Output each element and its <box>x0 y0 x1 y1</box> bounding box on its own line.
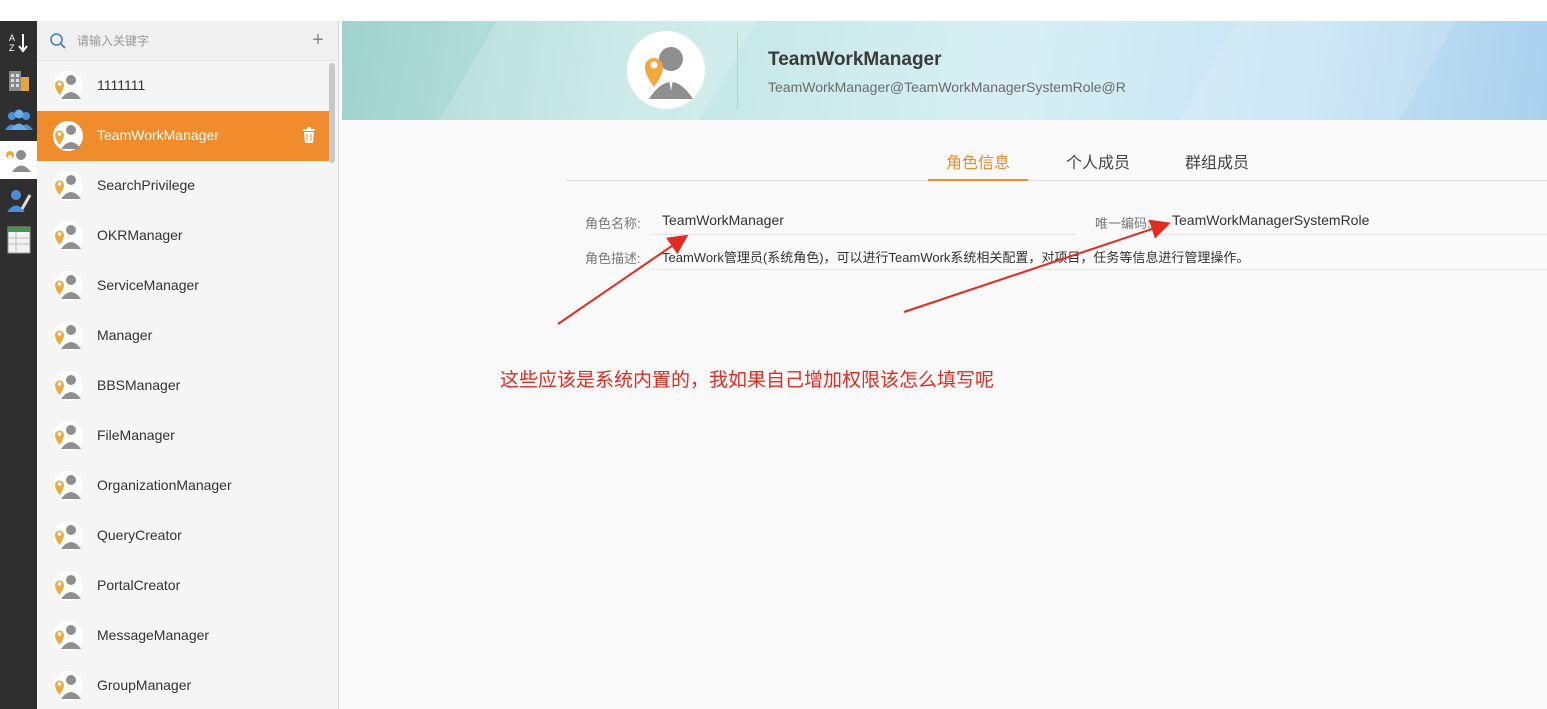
role-list-item[interactable]: TeamWorkManager <box>37 111 329 161</box>
role-list-item-label: SearchPrivilege <box>97 177 196 193</box>
role-list-item-label: 1111111 <box>97 77 146 93</box>
role-header-banner: TeamWorkManager TeamWorkManager@TeamWork… <box>342 21 1547 120</box>
role-name-underline <box>651 234 1076 235</box>
role-avatar-icon <box>627 31 705 109</box>
role-desc-label: 角色描述: <box>585 251 641 266</box>
role-icon <box>52 470 84 502</box>
app-window: A Z 请输入关键字 + 1111111 TeamWorkManager Sea… <box>0 21 1547 709</box>
role-list-item-label: OrganizationManager <box>97 477 232 493</box>
role-list-item-label: QueryCreator <box>97 527 182 543</box>
role-list-item[interactable]: QueryCreator <box>37 511 329 561</box>
list-scrollbar[interactable] <box>329 63 335 163</box>
tab-role-info[interactable]: 角色信息 <box>928 149 1028 181</box>
role-name-label: 角色名称: <box>585 216 641 231</box>
role-list-item[interactable]: 1111111 <box>37 61 329 111</box>
role-icon <box>52 270 84 302</box>
role-list-item-label: OKRManager <box>97 227 183 243</box>
person-edit-icon[interactable] <box>0 181 37 219</box>
building-icon[interactable] <box>0 61 37 99</box>
svg-text:Z: Z <box>9 43 15 53</box>
tab-person-members[interactable]: 个人成员 <box>1048 149 1148 181</box>
role-icon <box>52 320 84 352</box>
role-list: 1111111 TeamWorkManager SearchPrivilege OKR… <box>37 61 329 709</box>
tab-group-members[interactable]: 群组成员 <box>1167 149 1267 181</box>
role-icon <box>52 570 84 602</box>
svg-text:A: A <box>9 33 15 43</box>
role-list-item[interactable]: Manager <box>37 311 329 361</box>
header-divider <box>737 33 738 109</box>
role-code-label: 唯一编码: <box>1095 216 1151 231</box>
role-icon <box>52 370 84 402</box>
role-desc-underline <box>651 269 1547 270</box>
nav-rail: A Z <box>0 21 37 709</box>
role-list-panel: + 1111111 TeamWorkManager SearchPrivilege O… <box>37 21 339 709</box>
role-list-item[interactable]: ServiceManager <box>37 261 329 311</box>
role-icon <box>52 220 84 252</box>
role-list-item[interactable]: BBSManager <box>37 361 329 411</box>
sort-az-icon[interactable]: A Z <box>0 23 37 61</box>
role-list-item-label: BBSManager <box>97 377 181 393</box>
role-list-item[interactable]: FileManager <box>37 411 329 461</box>
role-list-item-label: TeamWorkManager <box>97 127 219 143</box>
role-icon <box>52 620 84 652</box>
role-tabs: 角色信息 个人成员 群组成员 <box>566 141 1547 181</box>
plus-icon[interactable]: + <box>307 28 329 52</box>
role-icon <box>52 420 84 452</box>
role-list-item-label: ServiceManager <box>97 277 199 293</box>
role-distinguished-name: TeamWorkManager@TeamWorkManagerSystemRol… <box>768 79 1126 95</box>
role-list-item-label: FileManager <box>97 427 175 443</box>
role-list-item[interactable]: PortalCreator <box>37 561 329 611</box>
role-title: TeamWorkManager <box>768 49 942 70</box>
role-list-item[interactable]: OKRManager <box>37 211 329 261</box>
role-code-field[interactable]: TeamWorkManagerSystemRole <box>1172 212 1369 228</box>
main-content: TeamWorkManager TeamWorkManager@TeamWork… <box>339 21 1547 709</box>
annotation-text: 这些应该是系统内置的，我如果自己增加权限该怎么填写呢 <box>500 369 995 391</box>
role-list-item[interactable]: SearchPrivilege <box>37 161 329 211</box>
role-icon[interactable] <box>0 141 37 179</box>
search-icon <box>49 32 67 53</box>
spreadsheet-icon[interactable] <box>0 221 37 259</box>
role-icon <box>52 120 84 152</box>
role-list-item[interactable]: MessageManager <box>37 611 329 661</box>
role-icon <box>52 670 84 702</box>
trash-icon[interactable] <box>302 127 316 146</box>
role-name-field[interactable]: TeamWorkManager <box>662 212 784 228</box>
search-input[interactable] <box>77 30 297 52</box>
role-icon <box>52 170 84 202</box>
role-list-item-label: PortalCreator <box>97 577 181 593</box>
role-list-item[interactable]: OrganizationManager <box>37 461 329 511</box>
role-list-item-label: MessageManager <box>97 627 210 643</box>
group-icon[interactable] <box>0 101 37 139</box>
role-desc-field[interactable]: TeamWork管理员(系统角色)，可以进行TeamWork系统相关配置，对项目… <box>662 247 1249 266</box>
role-list-item-label: Manager <box>97 327 153 343</box>
role-list-item[interactable]: GroupManager <box>37 661 329 709</box>
role-icon <box>52 520 84 552</box>
role-list-item-label: GroupManager <box>97 677 192 693</box>
search-bar: + <box>37 21 338 61</box>
role-code-underline <box>1159 234 1547 235</box>
role-icon <box>52 70 84 102</box>
